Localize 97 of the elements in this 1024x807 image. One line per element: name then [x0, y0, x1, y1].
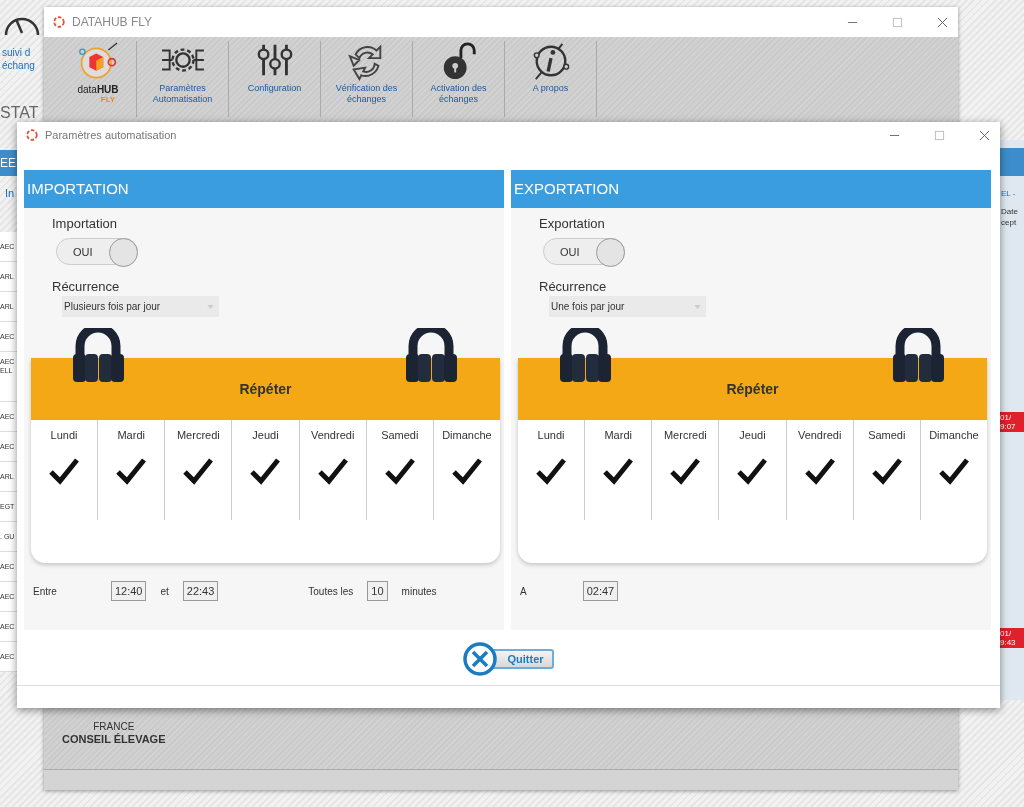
checkmark-icon — [182, 457, 215, 485]
toggle-switch[interactable]: OUI — [543, 238, 625, 265]
toolbar-button[interactable]: Paramètres Automatisation — [137, 41, 229, 117]
link-text[interactable]: suivi d échang — [2, 46, 44, 72]
day-checkbox[interactable] — [182, 457, 215, 485]
field-label: Toutes les — [308, 585, 354, 597]
day-label: Vendredi — [797, 429, 842, 441]
table-header: EE — [0, 150, 17, 176]
day-checkbox[interactable] — [115, 457, 148, 485]
checkmark-icon — [450, 457, 483, 485]
day-checkbox[interactable] — [249, 457, 282, 485]
day-label: Mercredi — [176, 429, 220, 441]
caret-icon — [694, 304, 701, 309]
window-title: Paramètres automatisation — [45, 129, 177, 141]
checkmark-icon — [602, 457, 635, 485]
day-label: Vendredi — [310, 429, 355, 441]
time-field[interactable]: 10 — [367, 581, 388, 601]
column-header: In — [5, 187, 15, 199]
repeat-banner: Répéter — [31, 358, 500, 420]
day-checkbox[interactable] — [736, 457, 769, 485]
checkmark-icon — [669, 457, 702, 485]
toolbar-button[interactable]: Configuration — [229, 41, 321, 117]
padlock-icon — [72, 328, 125, 383]
logo-text: dataHUB — [77, 85, 119, 95]
close-circle-icon — [463, 642, 498, 676]
day-checkbox[interactable] — [803, 457, 836, 485]
checkmark-icon — [383, 457, 416, 485]
toggle-switch[interactable]: OUI — [56, 238, 138, 265]
day-label: Jeudi — [739, 429, 766, 441]
day-checkbox[interactable] — [316, 457, 349, 485]
close-icon[interactable] — [937, 16, 948, 28]
date-badge: 01/ 9:43 — [1000, 628, 1024, 648]
day-label: Dimanche — [442, 429, 492, 441]
logo-text: FLY — [100, 95, 116, 104]
logo-text: FRANCE — [93, 721, 135, 733]
repeat-banner: Répéter — [518, 358, 987, 420]
field-label: Récurrence — [52, 279, 120, 294]
logo-text: CONSEIL ÉLEVAGE — [62, 733, 166, 745]
day-checkbox[interactable] — [450, 457, 483, 485]
toolbar-button[interactable]: Vérification des échanges — [321, 41, 413, 117]
toolbar-button[interactable]: Activation des échanges — [413, 41, 505, 117]
window-title: DATAHUB FLY — [72, 15, 152, 29]
padlock-icon — [892, 328, 945, 383]
quit-button[interactable]: Quitter — [463, 642, 554, 676]
gauge-icon — [4, 16, 40, 37]
ring-icon — [52, 15, 66, 29]
close-icon[interactable] — [979, 129, 990, 141]
day-checkbox[interactable] — [669, 457, 702, 485]
checkmark-icon — [316, 457, 349, 485]
checkmark-icon — [736, 457, 769, 485]
ring-icon — [25, 128, 39, 142]
field-label: minutes — [401, 585, 437, 597]
date-badge: 01/ 9:07 — [1000, 412, 1024, 432]
checkmark-icon — [115, 457, 148, 485]
day-label: Mercredi — [663, 429, 707, 441]
panel-header: IMPORTATION — [24, 170, 504, 208]
field-label: et — [160, 585, 169, 597]
checkmark-icon — [48, 457, 81, 485]
time-field[interactable]: 22:43 — [182, 581, 219, 601]
heading-text: STAT — [0, 104, 39, 122]
time-field[interactable]: 02:47 — [582, 581, 619, 601]
day-label: Dimanche — [929, 429, 979, 441]
checkmark-icon — [249, 457, 282, 485]
column-header: Date cept — [1001, 206, 1019, 228]
checkmark-icon — [937, 457, 970, 485]
day-label: Samedi — [868, 429, 906, 441]
day-label: Samedi — [381, 429, 419, 441]
day-label: Lundi — [50, 429, 78, 441]
toolbar-button[interactable]: A propos — [505, 41, 597, 117]
checkmark-icon — [870, 457, 903, 485]
checkmark-icon — [803, 457, 836, 485]
field-label: Entre — [33, 585, 57, 597]
time-field[interactable]: 12:40 — [110, 581, 147, 601]
day-checkbox[interactable] — [602, 457, 635, 485]
app-logo[interactable]: dataHUB FLY — [60, 41, 137, 117]
field-label: Importation — [52, 216, 118, 231]
day-checkbox[interactable] — [535, 457, 568, 485]
day-label: Jeudi — [252, 429, 279, 441]
panel-header: EXPORTATION — [511, 170, 991, 208]
caret-icon — [207, 304, 214, 309]
field-label: Exportation — [539, 216, 605, 231]
column-header: EL - — [1001, 189, 1016, 198]
day-label: Lundi — [537, 429, 565, 441]
padlock-icon — [405, 328, 458, 383]
dropdown[interactable]: Une fois par jour — [549, 296, 706, 317]
day-checkbox[interactable] — [383, 457, 416, 485]
day-label: Mardi — [117, 429, 145, 441]
field-label: Récurrence — [539, 279, 607, 294]
day-checkbox[interactable] — [870, 457, 903, 485]
field-label: A — [520, 585, 527, 597]
day-checkbox[interactable] — [937, 457, 970, 485]
dropdown[interactable]: Plusieurs fois par jour — [62, 296, 219, 317]
table-header — [1000, 148, 1024, 176]
day-checkbox[interactable] — [48, 457, 81, 485]
checkmark-icon — [535, 457, 568, 485]
day-label: Mardi — [604, 429, 632, 441]
padlock-icon — [559, 328, 612, 383]
